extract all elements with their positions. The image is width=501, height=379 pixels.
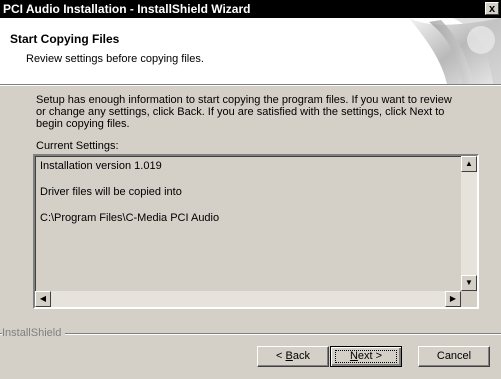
scrollbar-corner <box>461 291 477 307</box>
brand-label: InstallShield <box>2 327 66 339</box>
vertical-scrollbar[interactable]: ▲ ▼ <box>461 156 477 291</box>
arrow-right-icon: ▶ <box>449 294 457 303</box>
back-button-label: < Back <box>276 350 310 362</box>
settings-line: Installation version 1.019 <box>40 160 162 172</box>
close-icon: x <box>488 3 496 15</box>
window-title: PCI Audio Installation - InstallShield W… <box>3 2 251 16</box>
settings-text-area[interactable]: Installation version 1.019 Driver files … <box>35 156 461 291</box>
arrow-left-icon: ◀ <box>39 294 47 303</box>
scroll-down-button[interactable]: ▼ <box>461 275 477 291</box>
header-divider <box>0 85 501 86</box>
separator-line <box>0 333 501 335</box>
back-button[interactable]: < Back <box>257 346 329 367</box>
page-subtitle: Review settings before copying files. <box>26 53 204 65</box>
settings-line: Driver files will be copied into <box>40 186 182 198</box>
arrow-down-icon: ▼ <box>465 278 473 287</box>
close-button[interactable]: x <box>485 2 499 15</box>
scroll-left-button[interactable]: ◀ <box>35 291 51 307</box>
title-bar[interactable]: PCI Audio Installation - InstallShield W… <box>0 0 501 18</box>
cancel-button-label: Cancel <box>436 350 472 362</box>
next-button-label: Next > <box>349 350 383 362</box>
cancel-button[interactable]: Cancel <box>418 346 490 367</box>
scroll-up-button[interactable]: ▲ <box>461 156 477 172</box>
scroll-right-button[interactable]: ▶ <box>445 291 461 307</box>
next-button[interactable]: Next > <box>330 346 402 367</box>
installshield-logo-graphic <box>409 18 501 84</box>
arrow-up-icon: ▲ <box>465 159 473 168</box>
info-text: Setup has enough information to start co… <box>36 94 452 130</box>
brand-separator: InstallShield <box>0 327 501 339</box>
current-settings-label: Current Settings: <box>36 140 119 152</box>
header-panel: Start Copying Files Review settings befo… <box>0 18 501 85</box>
settings-line: C:\Program Files\C-Media PCI Audio <box>40 212 220 224</box>
current-settings-box[interactable]: Installation version 1.019 Driver files … <box>33 154 479 309</box>
horizontal-scrollbar[interactable]: ◀ ▶ <box>35 291 461 307</box>
page-title: Start Copying Files <box>10 32 120 46</box>
